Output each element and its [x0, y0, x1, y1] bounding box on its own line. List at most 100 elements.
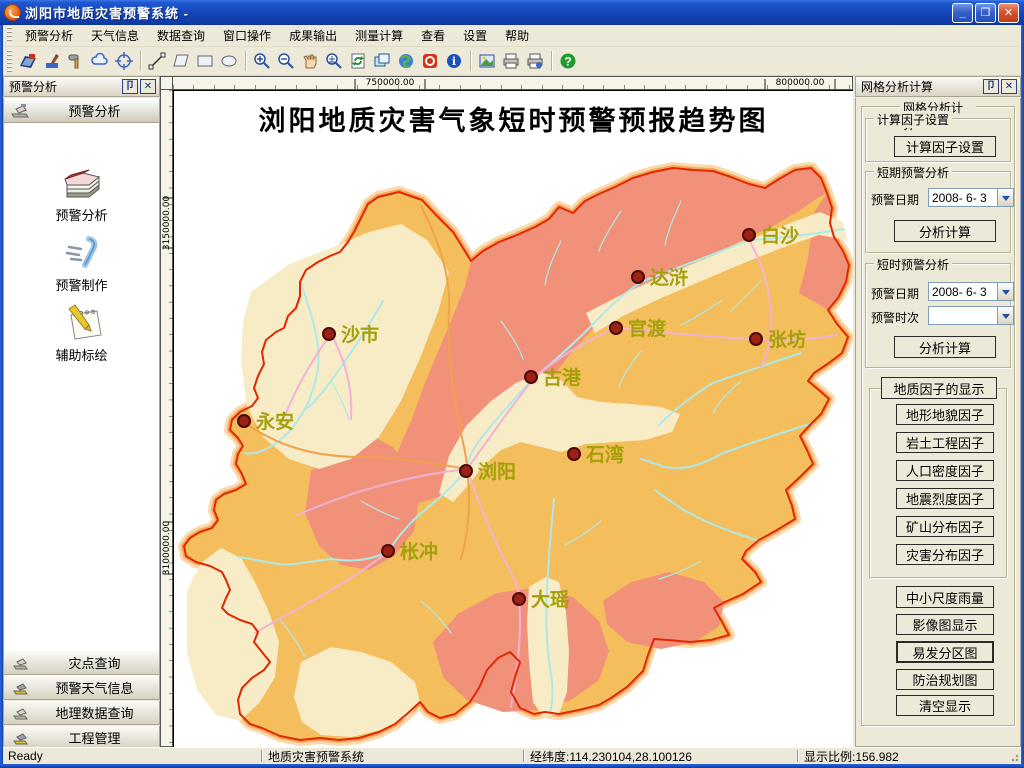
draw-line-icon[interactable]: [145, 49, 169, 73]
short-term-date-label: 预警日期: [871, 191, 919, 208]
menu-measure[interactable]: 测量计算: [346, 25, 412, 46]
svg-text:沙市: 沙市: [341, 323, 379, 346]
nowcast-date-combo[interactable]: 2008- 6- 3: [928, 282, 1014, 301]
nowcast-time-combo[interactable]: [928, 306, 1014, 325]
status-bar: Ready 地质灾害预警系统 经纬度:114.230104,28.100126 …: [3, 747, 1021, 764]
left-panel-header[interactable]: 预警分析: [3, 98, 160, 123]
info-icon[interactable]: i: [442, 49, 466, 73]
status-ready: Ready: [3, 748, 261, 764]
sidebar-item-geo-data-query[interactable]: 地理数据查询: [3, 701, 160, 725]
svg-text:张坊: 张坊: [768, 328, 806, 351]
globe-icon[interactable]: [394, 49, 418, 73]
svg-text:浏阳: 浏阳: [478, 460, 516, 483]
short-term-group-label: 短期预警分析: [874, 164, 952, 181]
ruler-top-label-750000: 750000.00: [366, 78, 415, 88]
left-panel-titlebar[interactable]: 预警分析 卩 ✕: [3, 76, 160, 97]
ruler-left-label-3100000: 3100000.00: [162, 521, 172, 576]
tool-warning-analysis[interactable]: 预警分析: [4, 167, 159, 224]
restore-button[interactable]: ❐: [975, 3, 996, 23]
draw-ellipse-icon[interactable]: [217, 49, 241, 73]
mine-factor-button[interactable]: 矿山分布因子: [896, 516, 994, 537]
refresh-view-icon[interactable]: [346, 49, 370, 73]
layers-icon[interactable]: [370, 49, 394, 73]
title-bar[interactable]: 浏阳市地质灾害预警系统 - _ ❐ ✕: [0, 0, 1024, 25]
close-icon[interactable]: ✕: [140, 79, 156, 94]
rainfall-button[interactable]: 中小尺度雨量: [896, 586, 994, 608]
tool-label: 预警制作: [4, 275, 159, 294]
menu-help[interactable]: 帮助: [496, 25, 538, 46]
chevron-down-icon[interactable]: [997, 189, 1013, 206]
menu-view[interactable]: 查看: [412, 25, 454, 46]
zoom-in-icon[interactable]: [250, 49, 274, 73]
tool-label: 预警分析: [4, 205, 159, 224]
toolbar-grip[interactable]: [7, 50, 12, 72]
terrain-factor-button[interactable]: 地形地貌因子: [896, 404, 994, 425]
pin-icon[interactable]: 卩: [122, 79, 138, 94]
svg-text:i: i: [452, 55, 456, 68]
left-panel: 预警分析 卩 ✕ 预警分析 预警分析: [3, 76, 160, 747]
svg-text:大瑶: 大瑶: [531, 588, 569, 611]
short-term-date-value: 2008- 6- 3: [929, 189, 997, 206]
menu-window-ops[interactable]: 窗口操作: [214, 25, 280, 46]
cloud-icon[interactable]: [88, 49, 112, 73]
liuyang-map[interactable]: 白沙 达浒 官渡 张坊 沙市 古港 永安 石湾 浏阳 枨冲 大瑶: [174, 91, 853, 747]
ruler-corner: [160, 76, 173, 90]
right-panel-titlebar[interactable]: 网格分析计算 卩 ✕: [855, 76, 1021, 97]
calc-factor-setup-button[interactable]: 计算因子设置: [894, 136, 996, 157]
pan-hand-icon[interactable]: [298, 49, 322, 73]
warning-map-icon[interactable]: [16, 49, 40, 73]
sidebar-item-warning-weather[interactable]: 预警天气信息: [3, 676, 160, 700]
menu-settings[interactable]: 设置: [454, 25, 496, 46]
geotech-factor-button[interactable]: 岩土工程因子: [896, 432, 994, 453]
seismic-factor-button[interactable]: 地震烈度因子: [896, 488, 994, 509]
print-setup-icon[interactable]: [523, 49, 547, 73]
help-icon[interactable]: ?: [556, 49, 580, 73]
minimize-button[interactable]: _: [952, 3, 973, 23]
menu-data-query[interactable]: 数据查询: [148, 25, 214, 46]
close-icon[interactable]: ✕: [1001, 79, 1017, 94]
zoom-out-icon[interactable]: [274, 49, 298, 73]
draw-polygon-icon[interactable]: [169, 49, 193, 73]
hammer-tool-icon[interactable]: [64, 49, 88, 73]
close-button[interactable]: ✕: [998, 3, 1019, 23]
clear-display-button[interactable]: 清空显示: [896, 695, 994, 716]
svg-text:达浒: 达浒: [650, 266, 688, 289]
chevron-down-icon[interactable]: [997, 307, 1013, 324]
plot-brush-icon[interactable]: [40, 49, 64, 73]
calc-factor-group-label: 计算因子设置: [874, 111, 952, 128]
app-icon: [4, 4, 21, 21]
tool-warning-production[interactable]: 预警制作: [4, 233, 159, 294]
sidebar-item-label: 预警天气信息: [30, 678, 159, 697]
map-canvas[interactable]: 浏阳地质灾害气象短时预警预报趋势图: [173, 90, 853, 747]
disaster-factor-button[interactable]: 灾害分布因子: [896, 544, 994, 565]
tool-aux-plotting[interactable]: 辅助标绘: [4, 303, 159, 364]
imagery-button[interactable]: 影像图显示: [896, 614, 994, 635]
menu-output[interactable]: 成果输出: [280, 25, 346, 46]
locate-crosshair-icon[interactable]: [112, 49, 136, 73]
draw-rectangle-icon[interactable]: [193, 49, 217, 73]
pin-icon[interactable]: 卩: [983, 79, 999, 94]
resize-grip[interactable]: [1007, 750, 1019, 762]
nowcast-analyze-button[interactable]: 分析计算: [894, 336, 996, 358]
window-title: 浏阳市地质灾害预警系统 -: [25, 3, 189, 22]
short-term-analyze-button[interactable]: 分析计算: [894, 220, 996, 242]
aux-plotting-notepad-icon: [59, 303, 105, 343]
geo-factor-toggle-button[interactable]: 地质因子的显示: [881, 377, 997, 399]
zoom-extent-icon[interactable]: [322, 49, 346, 73]
population-factor-button[interactable]: 人口密度因子: [896, 460, 994, 481]
prevention-plan-button[interactable]: 防治规划图: [896, 669, 994, 690]
image-view-icon[interactable]: [475, 49, 499, 73]
stamp-icon: [12, 680, 30, 696]
menu-grip[interactable]: [7, 27, 12, 44]
menu-warning-analysis[interactable]: 预警分析: [16, 25, 82, 46]
nowcast-group-label: 短时预警分析: [874, 256, 952, 273]
sidebar-item-disaster-query[interactable]: 灾点查询: [3, 651, 160, 675]
chevron-down-icon[interactable]: [997, 283, 1013, 300]
print-icon[interactable]: [499, 49, 523, 73]
menu-weather-info[interactable]: 天气信息: [82, 25, 148, 46]
short-term-date-combo[interactable]: 2008- 6- 3: [928, 188, 1014, 207]
svg-text:古港: 古港: [543, 366, 582, 389]
stop-icon[interactable]: [418, 49, 442, 73]
susceptibility-map-button[interactable]: 易发分区图: [896, 641, 994, 663]
left-panel-title: 预警分析: [9, 78, 57, 95]
